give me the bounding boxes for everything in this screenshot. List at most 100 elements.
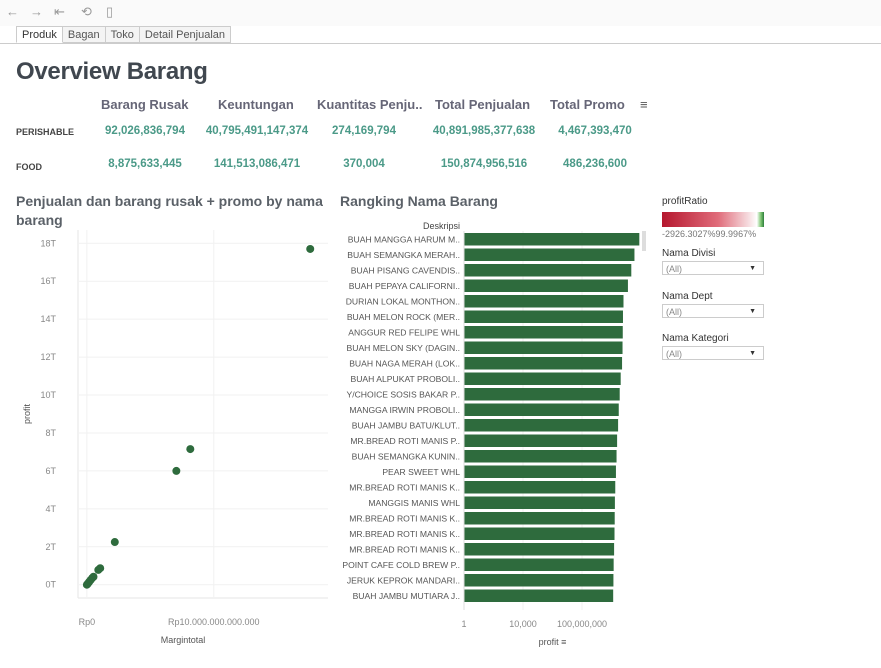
scatter-point xyxy=(96,564,105,573)
bar xyxy=(464,512,615,525)
kpi-header-total-promo: Total Promo xyxy=(550,97,625,112)
x-axis-title: Margintotal xyxy=(161,635,206,645)
filter-dropdown-nama-dept[interactable]: (All) ▼ xyxy=(662,304,764,318)
y-tick-label: 10T xyxy=(40,390,56,400)
bar-category-label: MANGGA IRWIN PROBOLI.. xyxy=(349,405,460,415)
dropdown-value: (All) xyxy=(666,264,682,274)
scatter-point xyxy=(110,538,119,547)
kpi-value: 92,026,836,794 xyxy=(105,125,185,137)
kpi-header-total-penjualan: Total Penjualan xyxy=(435,97,531,112)
bar xyxy=(464,264,632,277)
x-tick-label: 1 xyxy=(461,619,466,629)
bar xyxy=(464,388,620,401)
tab-detail-penjualan[interactable]: Detail Penjualan xyxy=(139,26,232,43)
bar-title: Rangking Nama Barang xyxy=(340,193,498,209)
filter-dropdown-nama-kategori[interactable]: (All) ▼ xyxy=(662,346,764,360)
dropdown-value: (All) xyxy=(666,307,682,317)
filter-label-nama-dept: Nama Dept xyxy=(662,291,713,302)
bar-category-label: BUAH PISANG CAVENDIS.. xyxy=(351,266,460,276)
x-axis-title: profit ≡ xyxy=(539,637,567,647)
bar-category-label: DURIAN LOKAL MONTHON.. xyxy=(346,297,460,307)
legend-range: -2926.3027%99.9967% xyxy=(662,229,757,239)
bar-category-label: MR.BREAD ROTI MANIS P.. xyxy=(350,436,460,446)
x-tick-label: 100,000,000 xyxy=(557,619,607,629)
filter-label-nama-divisi: Nama Divisi xyxy=(662,248,716,259)
column-header: Deskripsi xyxy=(423,221,460,231)
pause-icon[interactable]: ▯ xyxy=(106,5,113,19)
filter-dropdown-nama-divisi[interactable]: (All) ▼ xyxy=(662,261,764,275)
y-tick-label: 18T xyxy=(40,238,56,248)
bar xyxy=(464,403,619,416)
bar-category-label: BUAH SEMANGKA KUNIN.. xyxy=(352,452,460,462)
bar xyxy=(464,434,618,447)
bar-category-label: BUAH ALPUKAT PROBOLI.. xyxy=(350,374,460,384)
bar xyxy=(464,233,640,246)
kpi-header-barang-rusak: Barang Rusak xyxy=(101,97,189,112)
bar-category-label: BUAH NAGA MERAH (LOK.. xyxy=(349,359,460,369)
bar-category-label: BUAH JAMBU BATU/KLUT.. xyxy=(352,421,460,431)
revert-icon[interactable]: ⇤ xyxy=(54,5,65,19)
scatter-point xyxy=(89,572,98,581)
y-tick-label: 2T xyxy=(45,542,56,552)
bar-category-label: MR.BREAD ROTI MANIS K.. xyxy=(349,529,460,539)
bar xyxy=(464,357,623,370)
kpi-value: 150,874,956,516 xyxy=(440,158,528,170)
y-tick-label: 12T xyxy=(40,352,56,362)
kpi-value: 8,875,633,445 xyxy=(108,158,182,170)
bar-category-label: MR.BREAD ROTI MANIS K.. xyxy=(349,545,460,555)
bar-category-label: BUAH PEPAYA CALIFORNI.. xyxy=(349,281,460,291)
bar xyxy=(464,310,623,323)
x-tick-label: 10,000 xyxy=(509,619,537,629)
bar-category-label: ANGGUR RED FELIPE WHL xyxy=(348,328,460,338)
profit-ratio-color-legend xyxy=(662,212,764,227)
bar-category-label: BUAH MELON ROCK (MER.. xyxy=(347,312,460,322)
forward-arrow-icon[interactable]: → xyxy=(30,5,43,19)
y-tick-label: 0T xyxy=(45,580,56,590)
back-arrow-icon[interactable]: ← xyxy=(6,5,19,19)
bar xyxy=(464,574,614,587)
bar xyxy=(464,589,614,602)
bar xyxy=(464,543,615,556)
chevron-down-icon: ▼ xyxy=(749,308,756,315)
bar xyxy=(464,450,617,463)
scatter-point xyxy=(172,466,181,475)
bar-category-label: BUAH MELON SKY (DAGIN.. xyxy=(347,343,461,353)
chevron-down-icon: ▼ xyxy=(749,350,756,357)
tab-toko[interactable]: Toko xyxy=(105,26,140,43)
kpi-value: 370,004 xyxy=(343,158,385,170)
y-axis-title: profit xyxy=(22,404,32,425)
bar-category-label: BUAH JAMBU MUTIARA J.. xyxy=(353,591,460,601)
kpi-value: 4,467,393,470 xyxy=(558,125,632,137)
bar-category-label: PEAR SWEET WHL xyxy=(382,467,460,477)
y-tick-label: 16T xyxy=(40,276,56,286)
x-tick-label: Rp10.000.000.000.000 xyxy=(168,617,260,627)
scatter-point xyxy=(186,445,195,454)
scatter-chart[interactable]: 0T 2T 4T 6T 8T 10T 12T 14T 16T 18T Rp0 Rp10.000.000… xyxy=(16,230,336,650)
bar xyxy=(464,496,615,509)
bar-chart[interactable]: Deskripsi 1 10,000 100,000,000 BUAH MANGGA H… xyxy=(334,218,652,647)
bar xyxy=(464,465,616,478)
bar-category-label: Y/CHOICE SOSIS BAKAR P.. xyxy=(346,390,460,400)
kpi-row-label: PERISHABLE xyxy=(16,127,75,137)
sort-icon[interactable]: ≡ xyxy=(640,97,648,112)
toolbar: ← → ⇤ ⟲ ▯ xyxy=(0,0,881,26)
kpi-header-keuntungan: Keuntungan xyxy=(218,97,294,112)
bar xyxy=(464,295,624,308)
kpi-value: 274,169,794 xyxy=(332,125,396,137)
page-title: Overview Barang xyxy=(16,58,208,85)
bar xyxy=(464,419,619,432)
tab-bagan[interactable]: Bagan xyxy=(62,26,106,43)
y-tick-label: 8T xyxy=(45,428,56,438)
tab-produk[interactable]: Produk xyxy=(16,26,63,43)
kpi-value: 40,891,985,377,638 xyxy=(432,125,536,137)
y-tick-label: 4T xyxy=(45,504,56,514)
tab-divider xyxy=(0,43,881,44)
scatter-title: Penjualan dan barang rusak + promo by na… xyxy=(16,193,323,228)
dropdown-value: (All) xyxy=(666,349,682,359)
bar xyxy=(464,326,623,339)
kpi-value: 40,795,491,147,374 xyxy=(205,125,309,137)
x-tick-label: Rp0 xyxy=(79,617,96,627)
bar-category-label: MR.BREAD ROTI MANIS K.. xyxy=(349,514,460,524)
bar xyxy=(464,527,615,540)
refresh-icon[interactable]: ⟲ xyxy=(81,5,92,19)
